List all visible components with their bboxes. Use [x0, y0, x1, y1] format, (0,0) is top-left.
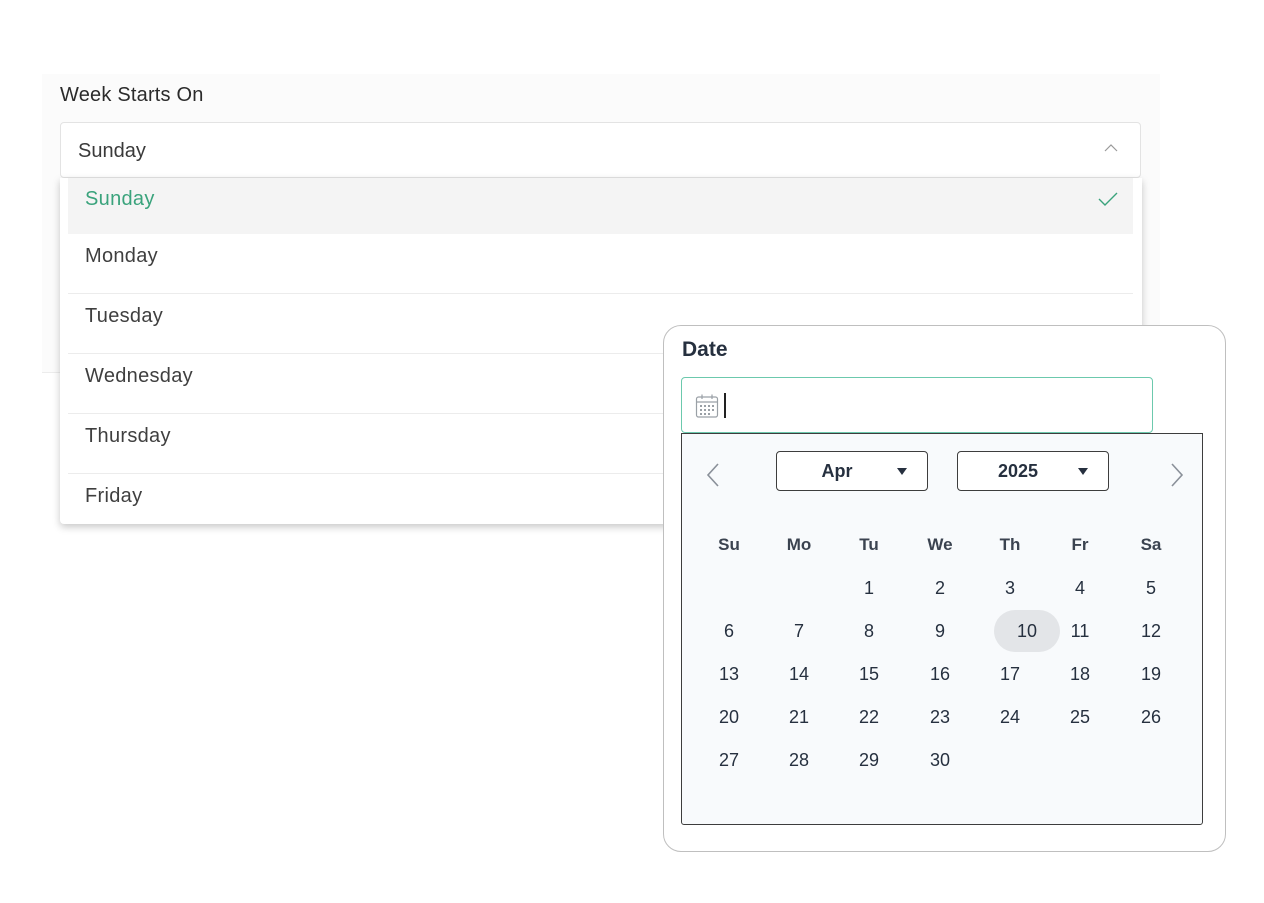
calendar-day[interactable]: 4: [1047, 567, 1113, 609]
option-sunday[interactable]: Sunday: [68, 178, 1133, 234]
calendar-day: [1118, 739, 1184, 781]
year-value: 2025: [997, 461, 1039, 481]
chevron-right-icon[interactable]: [1170, 462, 1184, 488]
calendar-day[interactable]: 3: [977, 567, 1043, 609]
calendar-day[interactable]: 18: [1047, 653, 1113, 695]
calendar-day[interactable]: 5: [1118, 567, 1184, 609]
weekday-label: Fr: [1071, 535, 1089, 554]
calendar-day[interactable]: 7: [766, 610, 832, 652]
option-label: Monday: [85, 245, 158, 267]
calendar-day[interactable]: 27: [696, 739, 762, 781]
calendar-day[interactable]: 15: [836, 653, 902, 695]
calendar-day[interactable]: 17: [977, 653, 1043, 695]
calendar-popup: Apr 2025 Su Mo Tu We Th Fr Sa 1 2 3 4 5 …: [681, 433, 1203, 825]
calendar-day[interactable]: 13: [696, 653, 762, 695]
option-monday[interactable]: Monday: [68, 234, 1133, 294]
week-starts-on-label: Week Starts On: [60, 84, 204, 106]
year-select[interactable]: 2025: [957, 451, 1109, 491]
date-label: Date: [682, 338, 728, 361]
calendar-day[interactable]: 12: [1118, 610, 1184, 652]
calendar-day[interactable]: 30: [907, 739, 973, 781]
calendar-day[interactable]: 24: [977, 696, 1043, 738]
caret-down-icon: [897, 468, 907, 475]
month-select[interactable]: Apr: [776, 451, 928, 491]
chevron-up-icon: [1104, 144, 1118, 152]
calendar-day: [766, 567, 832, 609]
calendar-day[interactable]: 14: [766, 653, 832, 695]
check-icon: [1098, 192, 1118, 206]
date-input-field[interactable]: [681, 377, 1153, 433]
calendar-day[interactable]: 6: [696, 610, 762, 652]
caret-down-icon: [1078, 468, 1088, 475]
calendar-day[interactable]: 2: [907, 567, 973, 609]
option-label: Wednesday: [85, 365, 193, 387]
calendar-day[interactable]: 9: [907, 610, 973, 652]
week-start-selected-value: Sunday: [78, 140, 146, 162]
calendar-day[interactable]: 19: [1118, 653, 1184, 695]
weekday-label: Sa: [1140, 535, 1162, 554]
chevron-left-icon[interactable]: [706, 462, 720, 488]
calendar-icon: [695, 394, 719, 418]
calendar-day[interactable]: 11: [1047, 610, 1113, 652]
week-start-select[interactable]: Sunday: [60, 122, 1141, 178]
calendar-day[interactable]: 23: [907, 696, 973, 738]
option-label: Sunday: [85, 188, 155, 210]
calendar-day[interactable]: 21: [766, 696, 832, 738]
option-label: Tuesday: [85, 305, 164, 327]
option-label: Thursday: [85, 425, 171, 447]
calendar-day[interactable]: 29: [836, 739, 902, 781]
month-value: Apr: [821, 461, 853, 481]
text-caret: [724, 393, 726, 418]
weekday-label: Mo: [786, 535, 812, 554]
calendar-day[interactable]: 25: [1047, 696, 1113, 738]
calendar-day[interactable]: 28: [766, 739, 832, 781]
calendar-day: [1047, 739, 1113, 781]
weekday-label: We: [927, 535, 953, 554]
weekday-label: Th: [999, 535, 1021, 554]
calendar-day[interactable]: 26: [1118, 696, 1184, 738]
weekday-label: Tu: [859, 535, 879, 554]
option-label: Friday: [85, 485, 143, 507]
weekday-label: Su: [718, 535, 740, 554]
calendar-day: [977, 739, 1043, 781]
calendar-day[interactable]: 16: [907, 653, 973, 695]
calendar-day[interactable]: 1: [836, 567, 902, 609]
calendar-day[interactable]: 8: [836, 610, 902, 652]
calendar-day[interactable]: 20: [696, 696, 762, 738]
calendar-day: [696, 567, 762, 609]
calendar-day[interactable]: 22: [836, 696, 902, 738]
